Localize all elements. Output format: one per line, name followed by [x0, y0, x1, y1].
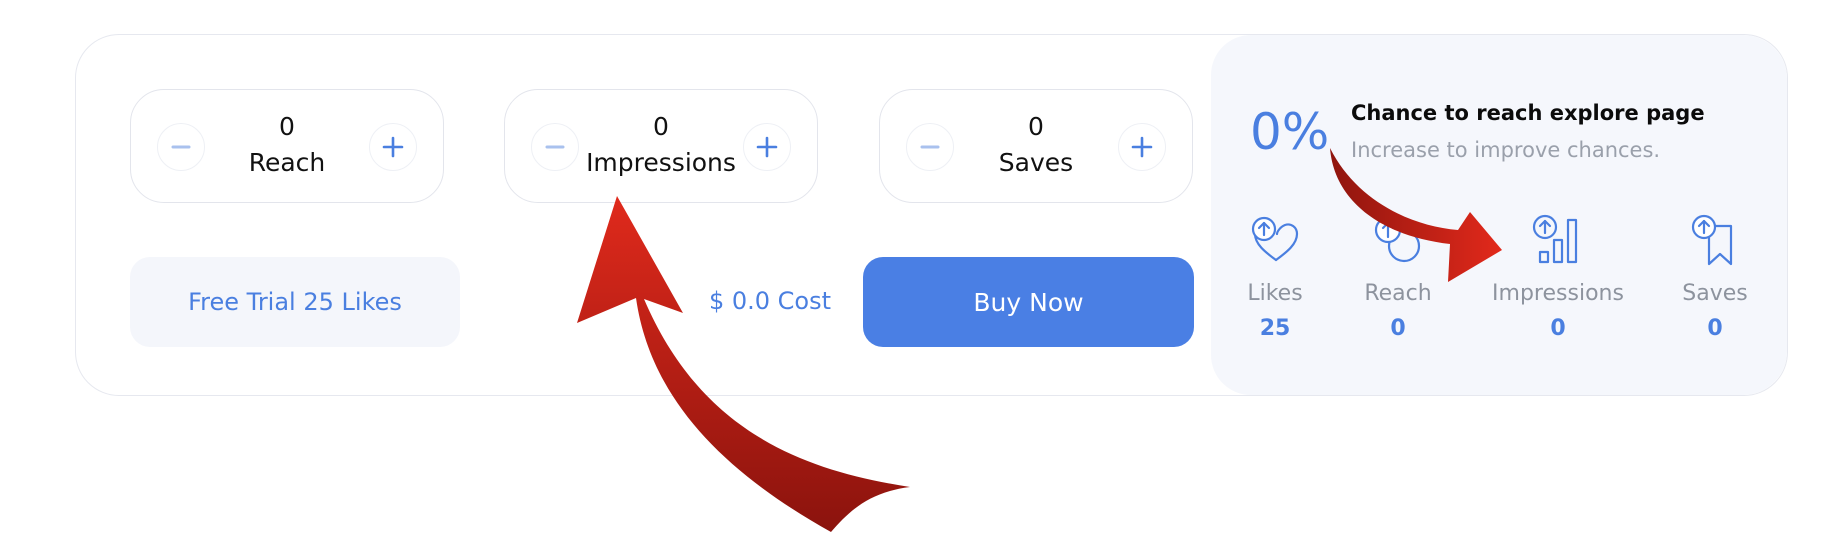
bookmark-up-icon	[1691, 214, 1733, 266]
plus-icon	[382, 136, 404, 158]
reach-up-icon	[1374, 216, 1421, 263]
reach-increment-button[interactable]	[369, 123, 417, 171]
stat-likes: Likes 25	[1205, 212, 1345, 341]
explore-subtitle: Increase to improve chances.	[1351, 138, 1661, 162]
stat-likes-label: Likes	[1247, 281, 1303, 306]
stat-saves: Saves 0	[1645, 212, 1785, 341]
buy-now-button[interactable]: Buy Now	[863, 257, 1194, 347]
cost-label: $ 0.0 Cost	[708, 287, 832, 315]
bar-chart-up-icon	[1532, 214, 1578, 264]
stat-impressions-label: Impressions	[1492, 281, 1624, 306]
stat-reach-label: Reach	[1364, 281, 1432, 306]
plus-icon	[1131, 136, 1153, 158]
explore-percent: 0%	[1250, 103, 1330, 161]
stat-saves-label: Saves	[1682, 281, 1748, 306]
impressions-stepper: 0 Impressions	[504, 89, 818, 203]
stat-saves-value: 0	[1707, 316, 1723, 341]
saves-increment-button[interactable]	[1118, 123, 1166, 171]
stat-impressions-value: 0	[1550, 316, 1566, 341]
plus-icon	[756, 136, 778, 158]
impressions-increment-button[interactable]	[743, 123, 791, 171]
stat-impressions: Impressions 0	[1488, 212, 1628, 341]
saves-stepper: 0 Saves	[879, 89, 1193, 203]
free-trial-button[interactable]: Free Trial 25 Likes	[130, 257, 460, 347]
heart-up-icon	[1251, 216, 1299, 262]
reach-stepper: 0 Reach	[130, 89, 444, 203]
stat-likes-value: 25	[1259, 316, 1291, 341]
stat-reach-value: 0	[1390, 316, 1406, 341]
explore-title: Chance to reach explore page	[1351, 101, 1705, 125]
stat-reach: Reach 0	[1328, 212, 1468, 341]
